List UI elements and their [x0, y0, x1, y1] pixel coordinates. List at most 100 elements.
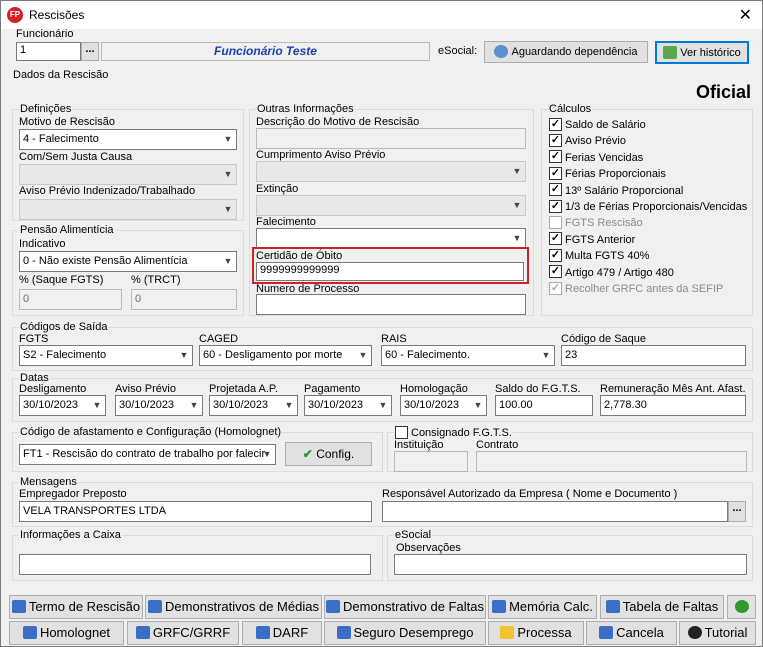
- extincao-select[interactable]: ▼: [256, 195, 526, 216]
- status-badge: Oficial: [696, 82, 752, 102]
- descricao-label: Descrição do Motivo de Rescisão: [256, 116, 420, 128]
- indicativo-label: Indicativo: [19, 238, 66, 250]
- darf-button[interactable]: DARF: [242, 621, 322, 645]
- observacoes-input[interactable]: [394, 554, 747, 575]
- extra-button[interactable]: [727, 595, 756, 619]
- tutorial-button[interactable]: Tutorial: [679, 621, 756, 645]
- processa-button[interactable]: Processa: [488, 621, 584, 645]
- calculo-checkbox[interactable]: Artigo 479 / Artigo 480: [549, 265, 674, 282]
- printer-icon: [135, 626, 150, 640]
- chevron-down-icon: ▼: [512, 200, 522, 210]
- green-circle-icon: [734, 600, 749, 614]
- fgts-label: FGTS: [19, 333, 49, 345]
- document-icon: [492, 600, 507, 614]
- responsavel-lookup-button[interactable]: ...: [728, 501, 746, 522]
- motivo-select[interactable]: 4 - Falecimento ▼: [19, 129, 237, 150]
- processo-input[interactable]: [256, 294, 526, 315]
- close-button[interactable]: ✕: [739, 5, 752, 25]
- calculo-checkbox[interactable]: Aviso Prévio: [549, 133, 626, 150]
- esocial-label: eSocial:: [438, 45, 478, 57]
- rais-select[interactable]: 60 - Falecimento. ▼: [381, 345, 555, 366]
- calculo-checkbox[interactable]: Multa FGTS 40%: [549, 248, 649, 265]
- printer-icon: [255, 626, 270, 640]
- contrato-input[interactable]: [476, 451, 747, 472]
- seguro-desemprego-button[interactable]: Seguro Desemprego: [324, 621, 486, 645]
- codigo-saque-input[interactable]: 23: [561, 345, 746, 366]
- grfc-grrf-button[interactable]: GRFC/GRRF: [127, 621, 239, 645]
- saldo-fgts-input[interactable]: 100.00: [495, 395, 593, 416]
- chevron-down-icon: ▼: [223, 256, 233, 266]
- checkbox-icon: [395, 425, 408, 439]
- aviso-previo-date[interactable]: 30/10/2023 ▼: [115, 395, 203, 416]
- certidao-input[interactable]: 9999999999999: [256, 262, 524, 281]
- remuneracao-input[interactable]: 2,778.30: [600, 395, 746, 416]
- checkbox-icon: [549, 117, 562, 131]
- calculos-title: Cálculos: [548, 103, 593, 115]
- termo-rescisao-button[interactable]: Termo de Rescisão: [9, 595, 143, 619]
- descricao-input[interactable]: [256, 128, 526, 149]
- indicativo-select[interactable]: 0 - Não existe Pensão Alimentícia ▼: [19, 251, 237, 272]
- funcionario-label: Funcionário: [16, 28, 74, 40]
- fgts-select[interactable]: S2 - Falecimento ▼: [19, 345, 193, 366]
- cancela-button[interactable]: Cancela: [586, 621, 677, 645]
- caged-select[interactable]: 60 - Desligamento por morte ▼: [199, 345, 372, 366]
- chevron-down-icon: ▼: [358, 350, 368, 360]
- calculo-checkbox[interactable]: 13º Salário Proporcional: [549, 183, 683, 200]
- codigo-saque-label: Código de Saque: [561, 333, 647, 345]
- codigos-title: Códigos de Saída: [19, 321, 109, 333]
- aviso-select[interactable]: ▼: [19, 199, 237, 220]
- calculo-label: Artigo 479 / Artigo 480: [565, 266, 674, 279]
- trct-input[interactable]: 0: [131, 289, 237, 310]
- table-icon: [605, 600, 620, 614]
- falecimento-label: Falecimento: [256, 216, 316, 228]
- checkbox-icon: [549, 265, 562, 279]
- pensao-title: Pensão Alimentícia: [19, 224, 115, 236]
- preposto-input[interactable]: VELA TRANSPORTES LTDA: [19, 501, 372, 522]
- esocial-status-button[interactable]: Aguardando dependência: [484, 41, 648, 63]
- projetada-date[interactable]: 30/10/2023 ▼: [209, 395, 298, 416]
- afastamento-select[interactable]: FT1 - Rescisão do contrato de trabalho p…: [19, 444, 276, 465]
- pagamento-date[interactable]: 30/10/2023 ▼: [304, 395, 392, 416]
- chevron-down-icon: ▼: [541, 350, 551, 360]
- calculo-checkbox[interactable]: Recolher GRFC antes da SEFIP: [549, 281, 724, 298]
- funcionario-code-input[interactable]: 1: [16, 42, 81, 61]
- calculo-checkbox[interactable]: Férias Proporcionais: [549, 166, 666, 183]
- caixa-input[interactable]: [19, 554, 371, 575]
- tabela-faltas-button[interactable]: Tabela de Faltas: [600, 595, 724, 619]
- homolognet-button[interactable]: Homolognet: [9, 621, 124, 645]
- checkbox-icon: [549, 133, 562, 147]
- calculo-checkbox[interactable]: Ferias Vencidas: [549, 150, 643, 167]
- demonstrativo-faltas-button[interactable]: Demonstrativo de Faltas: [324, 595, 486, 619]
- calculo-checkbox[interactable]: FGTS Anterior: [549, 232, 636, 249]
- config-button[interactable]: ✔ Config.: [285, 442, 372, 466]
- pagamento-label: Pagamento: [304, 383, 361, 395]
- checkbox-icon: [549, 150, 562, 164]
- desligamento-date[interactable]: 30/10/2023 ▼: [19, 395, 106, 416]
- history-button[interactable]: Ver histórico: [655, 41, 749, 64]
- justa-causa-select[interactable]: ▼: [19, 164, 237, 185]
- funcionario-lookup-button[interactable]: ...: [81, 42, 99, 61]
- checkbox-icon: [549, 232, 562, 246]
- instituicao-input[interactable]: [394, 451, 468, 472]
- calculo-label: FGTS Anterior: [565, 233, 636, 246]
- app-logo-icon: FP: [7, 7, 23, 23]
- calculo-label: Recolher GRFC antes da SEFIP: [565, 283, 724, 295]
- falecimento-select[interactable]: ▼: [256, 228, 526, 249]
- saque-input[interactable]: 0: [19, 289, 122, 310]
- chevron-down-icon: ▼: [179, 350, 189, 360]
- check-icon: ✔: [302, 447, 313, 461]
- chevron-down-icon: ▼: [512, 166, 522, 176]
- calculo-label: Férias Proporcionais: [565, 168, 666, 181]
- demonstrativos-medias-button[interactable]: Demonstrativos de Médias: [145, 595, 322, 619]
- calculo-checkbox[interactable]: Saldo de Salário: [549, 117, 646, 134]
- calculo-checkbox[interactable]: FGTS Rescisão: [549, 215, 643, 232]
- responsavel-input[interactable]: [382, 501, 728, 522]
- homologacao-date[interactable]: 30/10/2023 ▼: [400, 395, 487, 416]
- cumprimento-label: Cumprimento Aviso Prévio: [256, 149, 386, 161]
- calculo-checkbox[interactable]: 1/3 de Férias Proporcionais/Vencidas: [549, 199, 747, 216]
- memoria-calc-button[interactable]: Memória Calc.: [488, 595, 597, 619]
- definicoes-title: Definições: [19, 103, 73, 115]
- cumprimento-select[interactable]: ▼: [256, 161, 526, 182]
- esocial-title: eSocial: [394, 529, 433, 541]
- document-icon: [148, 600, 163, 614]
